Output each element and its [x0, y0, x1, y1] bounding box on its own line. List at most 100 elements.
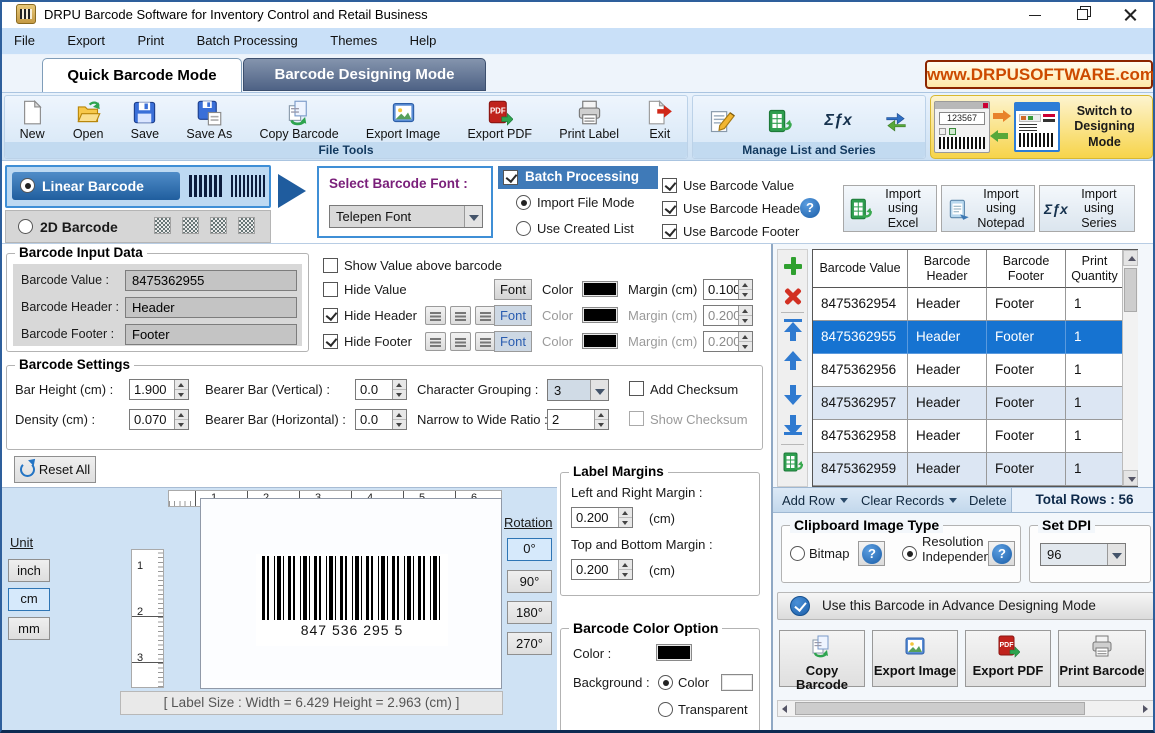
use-barcode-header-checkbox[interactable]	[662, 201, 677, 216]
footer-margin-spinner[interactable]: 0.200	[703, 331, 753, 352]
column-header-barcode-value[interactable]: Barcode Value	[813, 250, 908, 288]
align-center-button[interactable]	[450, 306, 471, 325]
barcode-footer-input[interactable]: Footer	[125, 324, 297, 345]
reset-all-button[interactable]: Reset All	[14, 456, 96, 483]
value-color-swatch[interactable]	[582, 281, 618, 297]
rotation-270-button[interactable]: 270°	[507, 632, 552, 655]
spinner-up-icon[interactable]	[175, 410, 188, 420]
spinner-down-icon[interactable]	[175, 420, 188, 429]
hide-value-checkbox[interactable]	[323, 282, 338, 297]
import-using-series-button[interactable]: Σƒx Import using Series	[1039, 185, 1135, 232]
barcode-preview[interactable]: 847 536 295 5	[256, 554, 448, 646]
import-using-notepad-button[interactable]: Import using Notepad	[941, 185, 1035, 232]
table-row-selected[interactable]: 8475362955 Header Footer 1	[813, 321, 1123, 354]
bitmap-help-button[interactable]	[858, 541, 885, 566]
spinner-up-icon[interactable]	[393, 380, 406, 390]
column-header-print-quantity[interactable]: Print Quantity	[1066, 250, 1123, 288]
scrollbar-thumb[interactable]	[795, 702, 1085, 715]
use-created-list-radio[interactable]	[516, 221, 531, 236]
2d-barcode-radio[interactable]	[18, 219, 33, 234]
spinner-down-icon[interactable]	[393, 420, 406, 429]
chevron-down-icon[interactable]	[590, 380, 608, 400]
add-checksum-checkbox[interactable]	[629, 381, 644, 396]
export-pdf-button[interactable]: Export PDF	[467, 97, 532, 141]
hide-header-checkbox[interactable]	[323, 308, 338, 323]
rotation-90-button[interactable]: 90°	[507, 570, 552, 593]
open-button[interactable]: Open	[73, 97, 103, 141]
table-row[interactable]: 8475362959 Header Footer 1	[813, 453, 1123, 486]
import-file-mode-radio[interactable]	[516, 195, 531, 210]
chevron-down-icon[interactable]	[1107, 544, 1125, 565]
show-checksum-checkbox[interactable]	[629, 411, 644, 426]
align-left-button[interactable]	[425, 306, 446, 325]
copy-barcode-button[interactable]: Copy Barcode	[779, 630, 865, 692]
tab-quick-barcode-mode[interactable]: Quick Barcode Mode	[42, 58, 242, 93]
unit-mm-button[interactable]: mm	[8, 617, 50, 640]
bitmap-radio[interactable]	[790, 546, 805, 561]
menu-print[interactable]: Print	[123, 28, 178, 55]
footer-color-swatch[interactable]	[582, 333, 618, 349]
hide-footer-checkbox[interactable]	[323, 334, 338, 349]
export-image-button[interactable]: Export Image	[872, 630, 958, 687]
align-left-button[interactable]	[425, 332, 446, 351]
new-button[interactable]: New	[19, 97, 46, 141]
move-bottom-icon[interactable]	[784, 413, 802, 435]
move-down-icon[interactable]	[784, 383, 802, 405]
bearer-vertical-spinner[interactable]: 0.0	[355, 379, 407, 400]
column-header-barcode-header[interactable]: Barcode Header	[908, 250, 987, 288]
barcode-value-input[interactable]: 8475362955	[125, 270, 297, 291]
bearer-horizontal-spinner[interactable]: 0.0	[355, 409, 407, 430]
character-grouping-select[interactable]: 3	[547, 379, 609, 401]
spinner-down-icon[interactable]	[739, 290, 752, 299]
menu-batch-processing[interactable]: Batch Processing	[183, 28, 312, 55]
spinner-up-icon[interactable]	[739, 332, 752, 342]
clear-records-button[interactable]: Clear Records	[861, 493, 958, 508]
align-right-button[interactable]	[475, 332, 496, 351]
tab-barcode-designing-mode[interactable]: Barcode Designing Mode	[243, 58, 486, 91]
table-row[interactable]: 8475362958 Header Footer 1	[813, 420, 1123, 453]
spinner-up-icon[interactable]	[739, 306, 752, 316]
website-banner[interactable]: www.DRPUSOFTWARE.com	[925, 60, 1155, 89]
barcode-font-select[interactable]: Telepen Font	[329, 205, 483, 228]
spinner-down-icon[interactable]	[739, 316, 752, 325]
header-color-swatch[interactable]	[582, 307, 618, 323]
label-canvas[interactable]: 847 536 295 5	[200, 498, 502, 689]
help-icon[interactable]	[800, 198, 820, 218]
add-row-button[interactable]: Add Row	[782, 493, 848, 508]
spinner-down-icon[interactable]	[619, 570, 632, 579]
spinner-up-icon[interactable]	[619, 560, 632, 570]
header-font-button[interactable]: Font	[494, 305, 532, 326]
column-header-barcode-footer[interactable]: Barcode Footer	[987, 250, 1066, 288]
narrow-wide-ratio-spinner[interactable]: 2	[547, 409, 609, 430]
export-image-button[interactable]: Export Image	[366, 97, 440, 141]
dpi-select[interactable]: 96	[1040, 543, 1126, 566]
import-using-excel-button[interactable]: Import using Excel	[843, 185, 937, 232]
scrollbar-thumb[interactable]	[1124, 268, 1137, 312]
export-excel-icon[interactable]	[781, 450, 805, 474]
restore-button[interactable]	[1062, 0, 1102, 28]
use-barcode-footer-checkbox[interactable]	[662, 224, 677, 239]
background-color-swatch[interactable]	[721, 674, 753, 691]
spinner-down-icon[interactable]	[175, 390, 188, 399]
scroll-down-button[interactable]	[1123, 470, 1138, 486]
export-pdf-button[interactable]: Export PDF	[965, 630, 1051, 687]
background-color-radio[interactable]	[658, 675, 673, 690]
table-row[interactable]: 8475362954 Header Footer 1	[813, 288, 1123, 321]
spinner-down-icon[interactable]	[595, 420, 608, 429]
menu-themes[interactable]: Themes	[316, 28, 391, 55]
header-margin-spinner[interactable]: 0.200	[703, 305, 753, 326]
scroll-up-button[interactable]	[1123, 250, 1138, 266]
swap-list-button[interactable]	[882, 105, 910, 135]
resolution-help-button[interactable]	[988, 541, 1015, 566]
spinner-down-icon[interactable]	[393, 390, 406, 399]
left-right-margin-spinner[interactable]: 0.200	[571, 507, 633, 528]
align-center-button[interactable]	[450, 332, 471, 351]
bar-height-spinner[interactable]: 1.900	[129, 379, 189, 400]
density-spinner[interactable]: 0.070	[129, 409, 189, 430]
move-top-icon[interactable]	[784, 319, 802, 341]
save-button[interactable]: Save	[131, 97, 159, 141]
close-button[interactable]	[1110, 0, 1150, 28]
table-row[interactable]: 8475362957 Header Footer 1	[813, 387, 1123, 420]
spinner-up-icon[interactable]	[175, 380, 188, 390]
edit-list-button[interactable]	[708, 105, 736, 135]
